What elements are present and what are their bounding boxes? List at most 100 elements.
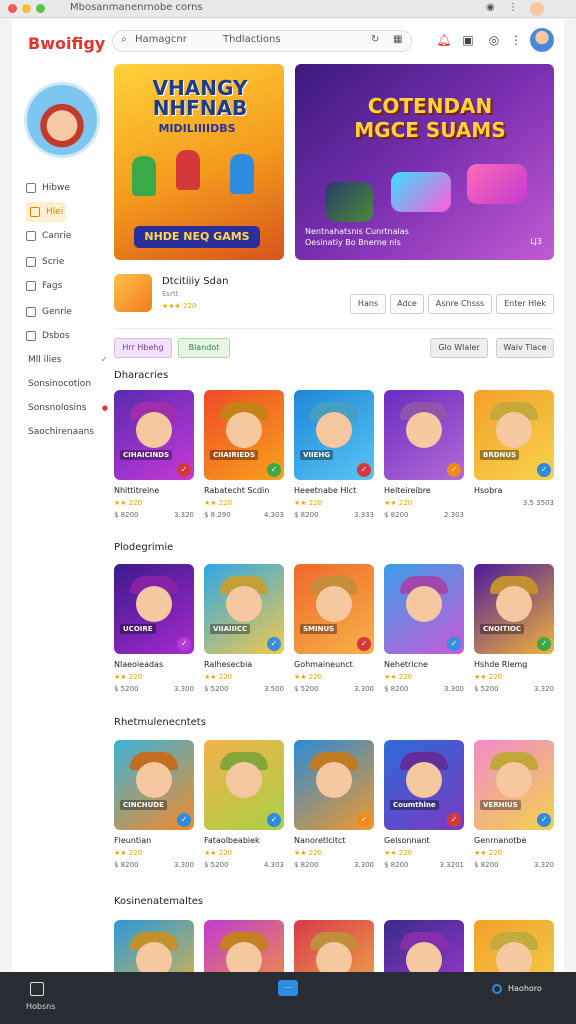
header-button-3[interactable]: Asnre Chsss	[428, 294, 492, 314]
section-title: Plodegrimie	[114, 542, 174, 553]
game-card[interactable]: CIIAIRIEDS ✓ Rabatecht Scdin ★★ 220 $ 8.290 4…	[204, 390, 284, 519]
game-thumbnail[interactable]: SMINUS ✓	[294, 564, 374, 654]
game-thumbnail[interactable]	[114, 274, 152, 312]
window-avatar[interactable]	[530, 2, 544, 16]
filter-chip-2[interactable]: Blandot	[178, 338, 230, 358]
check-icon[interactable]: ✓	[177, 463, 191, 477]
game-thumbnail[interactable]: Coumthlne ✓	[384, 740, 464, 830]
featured-banner-right[interactable]: COTENDAN MGCE SUAMS Nentnahatsnis Cunrtn…	[295, 64, 554, 260]
game-thumbnail[interactable]: CNOITIOC ✓	[474, 564, 554, 654]
game-thumbnail[interactable]: CIHAICINDS ✓	[114, 390, 194, 480]
filter-chip-3[interactable]: Glo Wlaler	[430, 338, 488, 358]
game-card[interactable]: CINCHUDE ✓ Fleuntian ★★ 220 $ 8200 3.300	[114, 740, 194, 869]
sidebar-extra-1[interactable]: Mll ilies ✓	[28, 350, 108, 370]
filter-chip-1[interactable]: Hrr Hbehg	[114, 338, 172, 358]
check-icon[interactable]: ✓	[357, 813, 371, 827]
header-button-1[interactable]: Hans	[350, 294, 386, 314]
game-thumbnail[interactable]: BRDNUS ✓	[474, 390, 554, 480]
github-icon[interactable]: ◉	[486, 2, 495, 13]
user-avatar[interactable]	[530, 28, 554, 52]
header-button-2[interactable]: Adce	[390, 294, 424, 314]
bell-icon[interactable]: 🔔︎	[436, 32, 452, 48]
search-input-right[interactable]: Thdlactions	[223, 34, 281, 45]
banner-cta-button[interactable]: NHDE NEQ GAMS	[134, 226, 260, 248]
game-card[interactable]: Coumthlne ✓ Gelsonnant ★★ 220 $ 8200 3.3201	[384, 740, 464, 869]
game-card[interactable]: ✓ Nanoretlcitct ★★ 220 $ 8200 3.300	[294, 740, 374, 869]
game-thumbnail[interactable]: ✓	[294, 740, 374, 830]
sidebar-item-home[interactable]: Hibwe	[26, 178, 70, 198]
game-card[interactable]: VERHIUS ✓ Genrnanotbe ★★ 220 $ 8200 3.320	[474, 740, 554, 869]
sidebar-extra-3[interactable]: Sonsnolosins ●	[28, 398, 108, 418]
chat-icon[interactable]: ▣	[460, 32, 476, 48]
folder-icon[interactable]	[30, 982, 44, 996]
maximize-window-button[interactable]	[36, 4, 45, 13]
check-icon[interactable]: ✓	[267, 813, 281, 827]
sidebar-item-label: Hlei	[46, 207, 64, 217]
game-thumbnail[interactable]: ✓	[384, 564, 464, 654]
sidebar-item-genre[interactable]: Genrie	[26, 302, 72, 322]
card-rating: ★★ 220	[384, 499, 413, 507]
game-card[interactable]: ✓ Nehetricne ★★ 220 $ 8200 3.300	[384, 564, 464, 693]
featured-banner-left[interactable]: VHANGY NHFNAB MIDILIIIIDBS NHDE NEQ GAMS	[114, 64, 284, 260]
check-icon[interactable]: ✓	[447, 637, 461, 651]
game-card[interactable]: CIHAICINDS ✓ Nhlttitreine ★★ 220 $ 8200 3.320	[114, 390, 194, 519]
game-thumbnail[interactable]: VIIEHG ✓	[294, 390, 374, 480]
game-thumbnail[interactable]: ✓	[384, 390, 464, 480]
search-input-left[interactable]: Hamagcnr	[135, 34, 187, 45]
bottom-left-label[interactable]: Hobsns	[26, 1002, 55, 1011]
search-bar[interactable]: ⌕ Hamagcnr Thdlactions ↻ ▦	[112, 30, 412, 52]
check-icon[interactable]: ✓	[537, 637, 551, 651]
menu-icon[interactable]: ⋮	[508, 2, 518, 13]
check-icon[interactable]: ✓	[267, 637, 281, 651]
refresh-icon[interactable]: ↻	[371, 34, 379, 45]
sidebar-item-search[interactable]: Scrie	[26, 252, 64, 272]
profile-avatar[interactable]	[24, 82, 100, 158]
more-icon[interactable]: ⋮	[508, 32, 524, 48]
game-card[interactable]: ✓ Helteireibre ★★ 220 $ 8200 2.303	[384, 390, 464, 519]
check-icon[interactable]: ✓	[357, 463, 371, 477]
sidebar-item-hot[interactable]: Hlei	[26, 202, 66, 222]
check-icon[interactable]: ✓	[357, 637, 371, 651]
check-icon[interactable]: ✓	[267, 463, 281, 477]
game-thumbnail[interactable]: UCOIRE ✓	[114, 564, 194, 654]
chat-button[interactable]: ⋯	[278, 980, 298, 996]
game-thumbnail[interactable]: CINCHUDE ✓	[114, 740, 194, 830]
game-thumbnail[interactable]: ✓	[204, 740, 284, 830]
minimize-window-button[interactable]	[22, 4, 31, 13]
card-title: Hsobra	[474, 486, 503, 495]
game-thumbnail[interactable]: VERHIUS ✓	[474, 740, 554, 830]
game-card[interactable]: BRDNUS ✓ Hsobra 3.5 3503	[474, 390, 554, 507]
sidebar-item-books[interactable]: Dsbos	[26, 326, 70, 346]
header-button-4[interactable]: Enter Hlek	[496, 294, 554, 314]
close-window-button[interactable]	[8, 4, 17, 13]
card-meta: $ 8.290 4.303	[204, 511, 284, 519]
card-price: $ 8200	[474, 861, 499, 869]
card-rating: ★★ 220	[474, 673, 503, 681]
settings-icon[interactable]: ◎	[486, 32, 502, 48]
app-logo[interactable]: Bwoifigy	[28, 34, 105, 53]
check-icon[interactable]: ✓	[177, 637, 191, 651]
game-card[interactable]: VIIAIIICC ✓ Ralhesecbia ★★ 220 $ 5200 3.500	[204, 564, 284, 693]
game-card[interactable]: VIIEHG ✓ Heeetnabe Hlct ★★ 220 $ 8200 3.333	[294, 390, 374, 519]
card-meta: $ 8200 3.320	[114, 511, 194, 519]
grid-icon[interactable]: ▦	[393, 34, 402, 45]
bottom-right-label[interactable]: Haohoro	[508, 984, 542, 993]
sidebar-extra-4[interactable]: Saochirenaans	[28, 422, 94, 442]
game-thumbnail[interactable]: VIIAIIICC ✓	[204, 564, 284, 654]
check-icon[interactable]: ✓	[537, 813, 551, 827]
card-price: $ 8200	[384, 685, 409, 693]
game-card[interactable]: ✓ Fataolbeabiek ★★ 220 $ 5200 4.303	[204, 740, 284, 869]
game-card[interactable]: SMINUS ✓ Gohmaineunct ★★ 220 $ 5200 3.300	[294, 564, 374, 693]
game-card[interactable]: CNOITIOC ✓ Hshde Rlemg ★★ 220 $ 5200 3.320	[474, 564, 554, 693]
character-face	[226, 412, 262, 448]
check-icon[interactable]: ✓	[177, 813, 191, 827]
sidebar-extra-2[interactable]: Sonsinocotion	[28, 374, 91, 394]
game-thumbnail[interactable]: CIIAIRIEDS ✓	[204, 390, 284, 480]
filter-chip-4[interactable]: Waiv Tlace	[496, 338, 554, 358]
check-icon[interactable]: ✓	[537, 463, 551, 477]
check-icon[interactable]: ✓	[447, 813, 461, 827]
game-card[interactable]: UCOIRE ✓ Nlaeoieadas ★★ 220 $ 5200 3.300	[114, 564, 194, 693]
sidebar-item-tags[interactable]: Fags	[26, 276, 62, 296]
sidebar-item-games[interactable]: Canrie	[26, 226, 71, 246]
check-icon[interactable]: ✓	[447, 463, 461, 477]
